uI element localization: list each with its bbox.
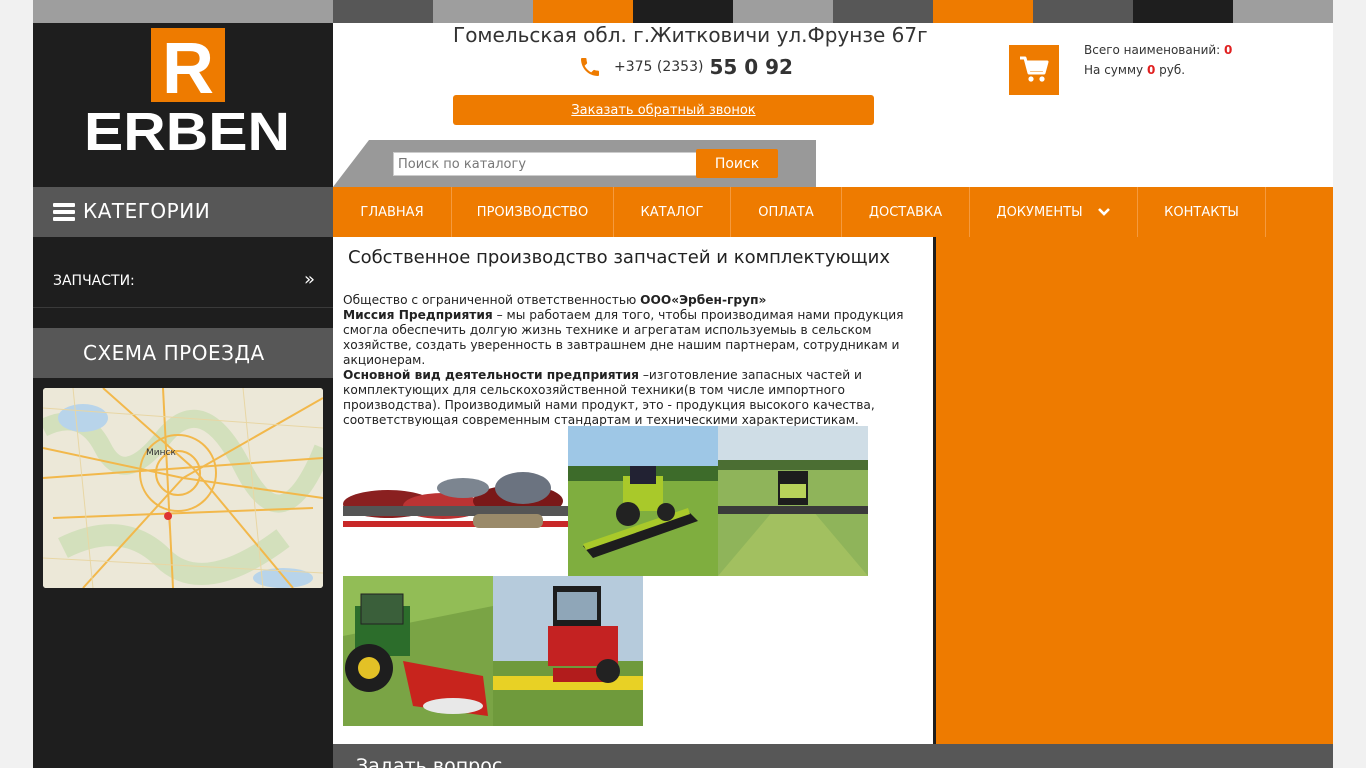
search-bar: Поиск	[333, 140, 816, 187]
nav-item-delivery[interactable]: ДОСТАВКА	[842, 187, 970, 237]
main-content: Собственное производство запчастей и ком…	[333, 237, 933, 744]
phone-prefix: +375 (2353)	[614, 59, 704, 75]
mission-heading: Миссия Предприятия	[343, 308, 493, 322]
cart-items-label: Всего наименований:	[1084, 43, 1221, 57]
cart-button[interactable]	[1009, 45, 1059, 95]
nav-item-home[interactable]: ГЛАВНАЯ	[333, 187, 452, 237]
ask-question-bar[interactable]: Задать вопрос	[333, 744, 1333, 768]
top-color-stripe	[33, 0, 1333, 23]
logo-text: ERBEN	[84, 102, 290, 162]
ask-question-title: Задать вопрос	[356, 755, 503, 768]
cart-sum-value: 0	[1146, 63, 1156, 77]
categories-title: КАТЕГОРИИ	[83, 199, 211, 223]
nav-item-catalog[interactable]: КАТАЛОГ	[614, 187, 731, 237]
search-button[interactable]: Поиск	[696, 149, 778, 178]
photo-tractor-field[interactable]	[568, 426, 718, 576]
map-title: СХЕМА ПРОЕЗДА	[83, 341, 265, 365]
logo-letter: R	[162, 29, 214, 109]
category-item-parts[interactable]: ЗАПЧАСТИ: »	[33, 257, 333, 308]
activity-heading: Основной вид деятельности предприятия	[343, 368, 639, 382]
nav-item-documents[interactable]: ДОКУМЕНТЫ	[970, 187, 1138, 237]
photo-tractor-mowing[interactable]	[718, 426, 868, 576]
chevron-down-icon	[1097, 208, 1110, 216]
cart-summary: Всего наименований: 0 На сумму 0 руб.	[1084, 40, 1232, 80]
company-address: Гомельская обл. г.Житковичи ул.Фрунзе 67…	[453, 23, 928, 47]
photo-mower-discs[interactable]	[343, 426, 568, 576]
phone-number: 55 0 92	[709, 55, 793, 79]
left-sidebar: R ERBEN КАТЕГОРИИ ЗАПЧАСТИ: » СХЕМА ПРОЕ…	[33, 23, 333, 768]
shopping-cart-icon	[1020, 56, 1049, 82]
nav-item-payment[interactable]: ОПЛАТА	[731, 187, 842, 237]
nav-item-production[interactable]: ПРОИЗВОДСТВО	[452, 187, 614, 237]
page: R ERBEN КАТЕГОРИИ ЗАПЧАСТИ: » СХЕМА ПРОЕ…	[33, 0, 1333, 768]
callback-button[interactable]: Заказать обратный звонок	[453, 95, 874, 125]
menu-icon	[53, 203, 75, 221]
cart-sum-label: На сумму	[1084, 63, 1144, 77]
main-navigation: ГЛАВНАЯ ПРОИЗВОДСТВО КАТАЛОГ ОПЛАТА ДОСТ…	[333, 187, 1333, 237]
directions-map[interactable]: Минск	[43, 388, 323, 588]
right-sidebar-panel	[936, 237, 1333, 744]
page-title: Собственное производство запчастей и ком…	[348, 247, 890, 268]
nav-item-documents-label: ДОКУМЕНТЫ	[996, 204, 1083, 220]
map-city-label: Минск	[146, 448, 176, 458]
site-header: Гомельская обл. г.Житковичи ул.Фрунзе 67…	[333, 23, 1333, 187]
nav-item-contacts[interactable]: КОНТАКТЫ	[1138, 187, 1266, 237]
cart-currency: руб.	[1159, 63, 1186, 77]
photo-green-tractor[interactable]	[343, 576, 493, 726]
erben-logo[interactable]: R ERBEN	[33, 23, 333, 187]
company-name: ООО«Эрбен-груп»	[640, 293, 767, 307]
company-description: Общество с ограниченной ответственностью…	[343, 293, 904, 427]
cart-items-count: 0	[1224, 43, 1233, 57]
map-header: СХЕМА ПРОЕЗДА	[33, 328, 333, 378]
phone-block[interactable]: +375 (2353) 55 0 92	[578, 55, 793, 79]
double-chevron-right-icon: »	[303, 269, 315, 290]
photo-self-propelled-mower[interactable]	[493, 576, 643, 726]
categories-header[interactable]: КАТЕГОРИИ	[33, 187, 333, 237]
phone-icon	[581, 58, 599, 76]
search-input[interactable]	[393, 152, 699, 176]
category-item-label: ЗАПЧАСТИ:	[53, 273, 135, 289]
